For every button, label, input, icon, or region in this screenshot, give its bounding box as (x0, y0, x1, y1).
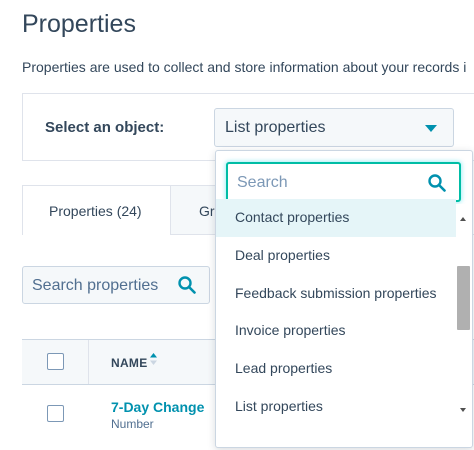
dropdown-option-lead[interactable]: Lead properties (235, 360, 332, 376)
select-object-label: Select an object: (45, 119, 165, 136)
object-select-value[interactable]: List properties (225, 119, 326, 137)
tab-properties-label[interactable]: Properties (24) (49, 203, 142, 219)
column-divider (88, 340, 89, 384)
dropdown-search-placeholder[interactable]: Search (237, 174, 288, 192)
caret-down-icon[interactable] (425, 125, 437, 132)
scroll-up-icon[interactable] (460, 217, 466, 221)
page-title: Properties (22, 10, 136, 38)
property-name-link[interactable]: 7-Day Change (111, 399, 204, 415)
select-all-checkbox[interactable] (47, 353, 64, 370)
property-type: Number (111, 417, 154, 431)
dropdown-option-contact[interactable]: Contact properties (235, 209, 349, 225)
scrollbar-thumb[interactable] (457, 266, 470, 330)
page-description: Properties are used to collect and store… (22, 59, 467, 75)
dropdown-option-feedback[interactable]: Feedback submission properties (235, 285, 437, 301)
column-header-name[interactable]: NAME (111, 356, 148, 370)
search-icon[interactable] (178, 276, 196, 299)
row-checkbox[interactable] (47, 405, 64, 422)
scroll-down-icon[interactable] (460, 408, 466, 412)
dropdown-option-list[interactable]: List properties (235, 398, 323, 414)
search-properties-placeholder[interactable]: Search properties (32, 277, 158, 295)
dropdown-option-invoice[interactable]: Invoice properties (235, 322, 346, 338)
sort-icon[interactable] (149, 352, 158, 371)
dropdown-option-deal[interactable]: Deal properties (235, 247, 330, 263)
search-icon[interactable] (428, 174, 446, 197)
